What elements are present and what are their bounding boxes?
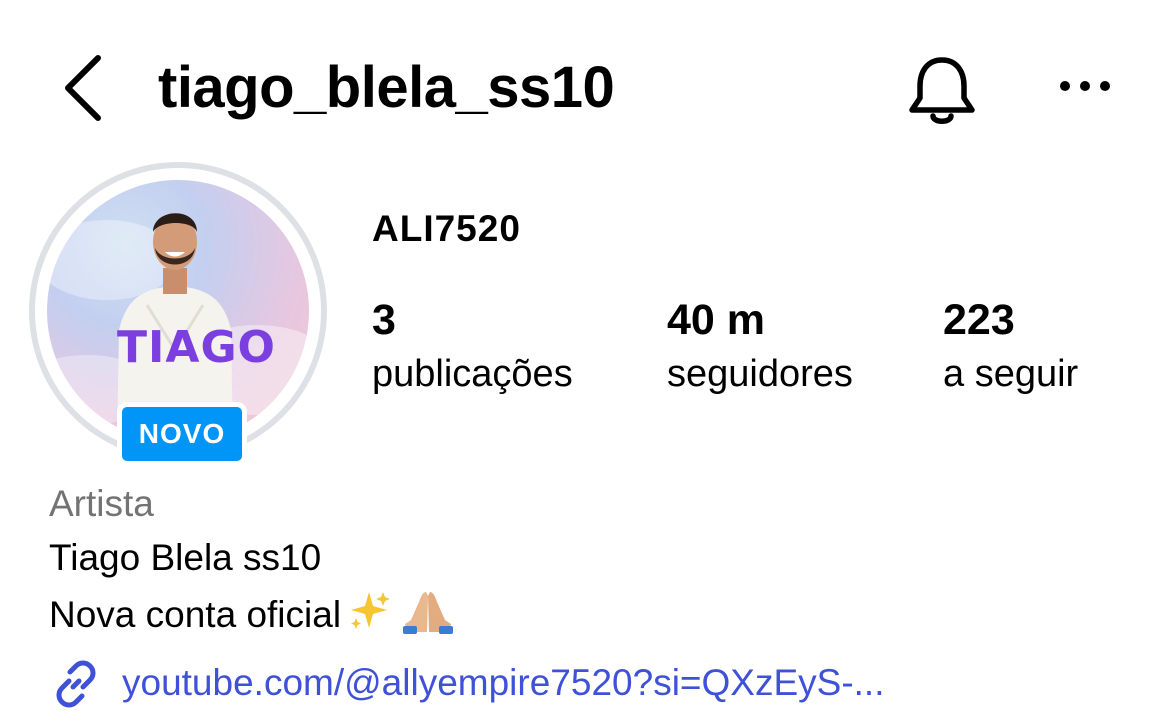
more-options-button[interactable] (1050, 66, 1120, 106)
link-icon (56, 660, 96, 708)
bio-line-name: Tiago Blela ss10 (49, 537, 322, 578)
bell-icon (909, 57, 975, 124)
display-name: ALI7520 (372, 208, 521, 249)
profile-header: tiago_blela_ss10 (0, 0, 1170, 180)
posts-stat[interactable]: 3 publicações (372, 292, 573, 400)
following-stat[interactable]: 223 a seguir (943, 292, 1078, 400)
following-count: 223 (943, 296, 1015, 344)
bio-line-tagline: Nova conta oficial (49, 588, 457, 646)
new-badge: NOVO (117, 402, 247, 466)
profile-link-text[interactable]: youtube.com/@allyempire7520?si=QXzEyS-..… (122, 657, 885, 709)
followers-count: 40 m (667, 296, 766, 344)
bio-tagline-text: Nova conta oficial (49, 593, 342, 635)
profile-category: Artista (49, 483, 154, 524)
notifications-button[interactable] (902, 50, 982, 130)
sparkles-emoji (347, 588, 393, 646)
followers-label: seguidores (667, 353, 853, 395)
chevron-left-icon (65, 55, 101, 121)
profile-avatar[interactable]: TIAGO NOVO (29, 162, 327, 466)
ellipsis-icon (1060, 81, 1110, 91)
folded-hands-emoji (399, 588, 457, 646)
following-label: a seguir (943, 353, 1079, 395)
profile-username: tiago_blela_ss10 (158, 55, 615, 120)
followers-stat[interactable]: 40 m seguidores (667, 292, 853, 400)
avatar-text: TIAGO (117, 322, 276, 373)
posts-label: publicações (372, 353, 573, 395)
back-button[interactable] (50, 50, 120, 126)
posts-count: 3 (372, 296, 396, 344)
